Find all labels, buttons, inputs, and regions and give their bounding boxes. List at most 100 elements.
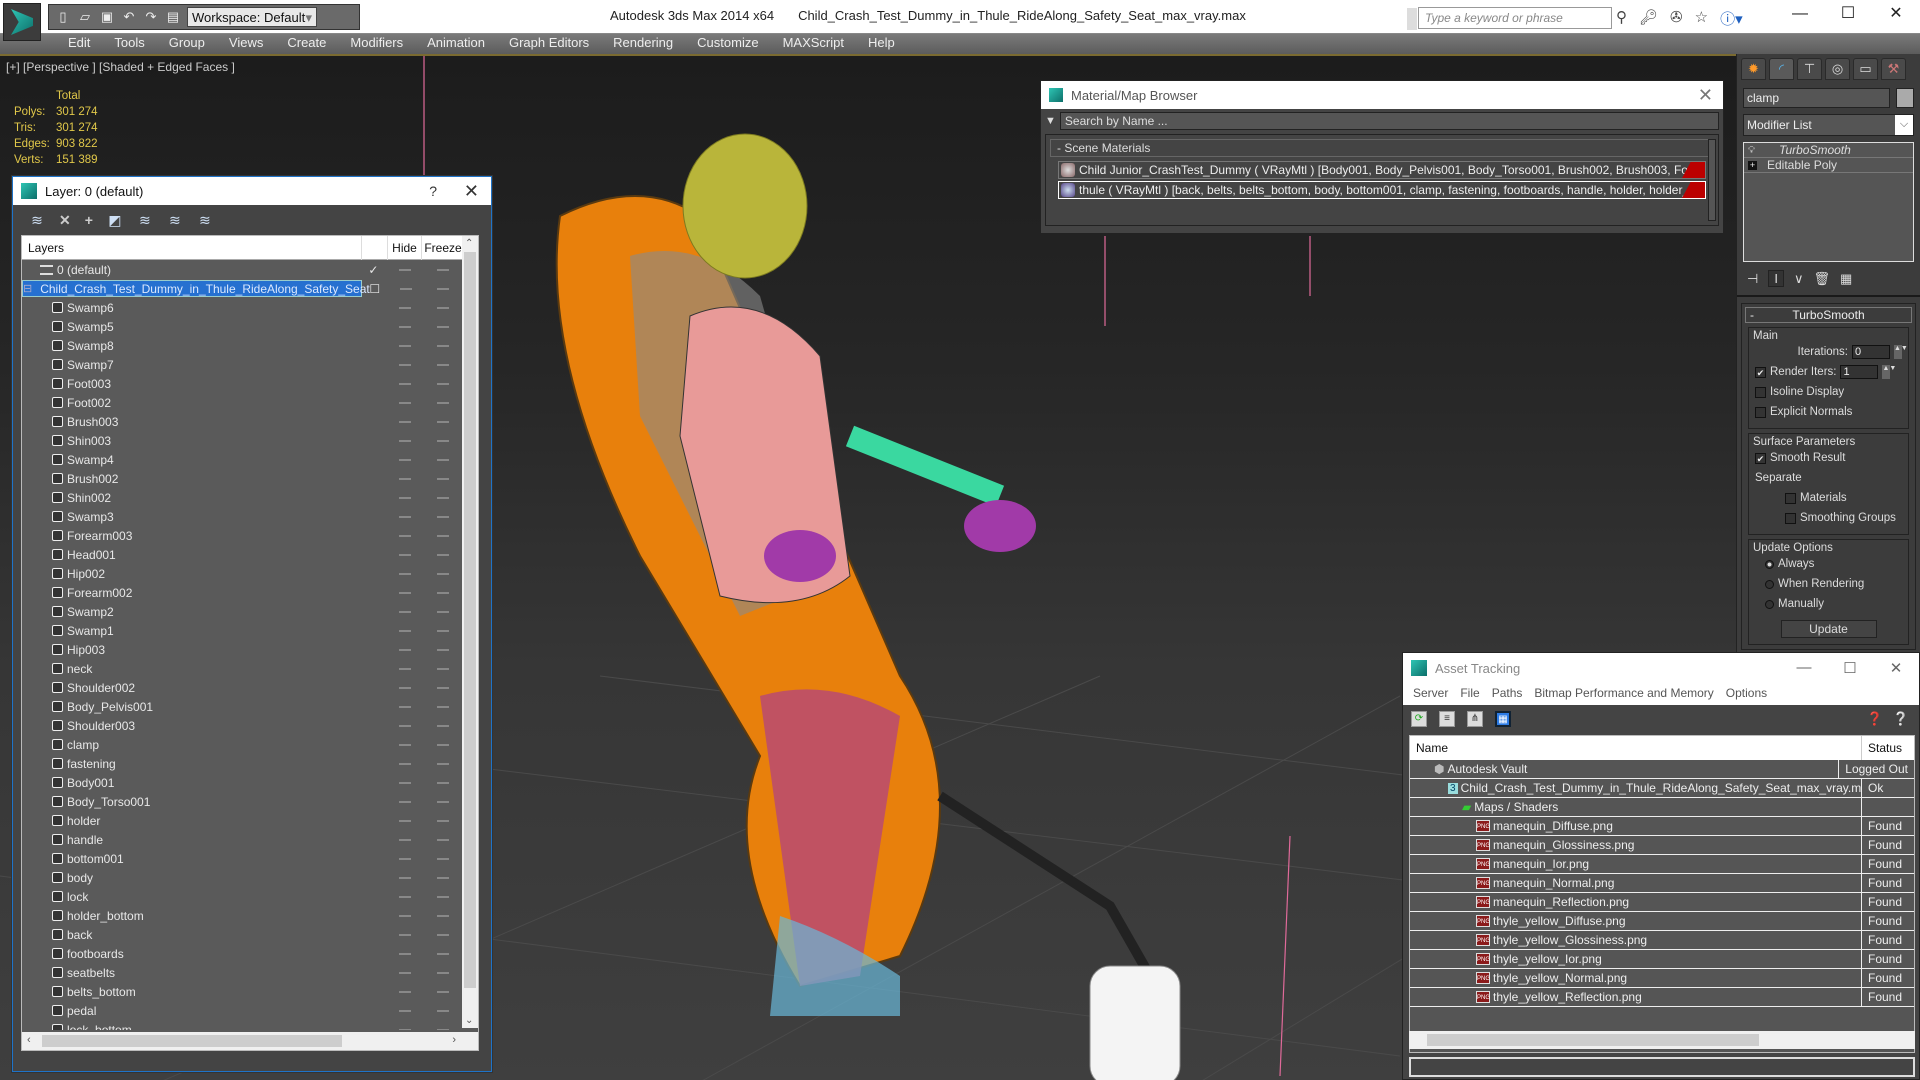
utilities-tab-icon[interactable]: ⚒	[1881, 58, 1906, 80]
freeze-toggle[interactable]	[424, 643, 462, 657]
vault-help-icon[interactable]: ❓	[1867, 711, 1883, 727]
render-iters-spinner[interactable]: 1	[1840, 365, 1879, 379]
freeze-toggle[interactable]	[424, 548, 462, 562]
hide-toggle[interactable]	[386, 776, 424, 790]
hide-toggle[interactable]	[386, 966, 424, 980]
safety-seat-model[interactable]	[555, 133, 1181, 1080]
application-button[interactable]	[3, 3, 41, 41]
search-input[interactable]: Search by Name ...	[1059, 112, 1719, 130]
object-row[interactable]: Swamp8	[22, 336, 462, 355]
hide-toggle[interactable]	[386, 700, 424, 714]
close-button[interactable]: ✕	[1873, 659, 1919, 677]
close-button[interactable]: ✕	[1872, 0, 1920, 30]
object-row[interactable]: neck	[22, 659, 462, 678]
object-row[interactable]: Head001	[22, 545, 462, 564]
asset-row[interactable]: ▰ Maps / Shaders	[1410, 798, 1914, 817]
asset-row[interactable]: ⬢ Autodesk Vault Logged Out	[1410, 760, 1914, 779]
object-row[interactable]: holder_bottom	[22, 906, 462, 925]
object-name-input[interactable]: clamp	[1743, 88, 1890, 108]
stack-item-turbosmooth[interactable]: 💡︎ TurboSmooth	[1744, 143, 1913, 158]
object-row[interactable]: fastening	[22, 754, 462, 773]
object-row[interactable]: Forearm003	[22, 526, 462, 545]
new-file-icon[interactable]: ▯	[55, 9, 71, 25]
menu-edit[interactable]: Edit	[56, 34, 102, 54]
hide-toggle[interactable]	[386, 567, 424, 581]
object-row[interactable]: Hip003	[22, 640, 462, 659]
hide-toggle[interactable]	[386, 662, 424, 676]
minimize-button[interactable]: —	[1776, 0, 1824, 30]
open-file-icon[interactable]: ▱	[77, 9, 93, 25]
configure-modifier-sets-icon[interactable]: ▦	[1840, 271, 1852, 287]
hide-toggle[interactable]	[386, 358, 424, 372]
iterations-spinner[interactable]: 0	[1852, 345, 1890, 359]
smoothing-groups-checkbox[interactable]	[1785, 512, 1796, 524]
hide-toggle[interactable]	[386, 928, 424, 942]
col-name[interactable]: Name	[1410, 736, 1862, 760]
scroll-up-icon[interactable]: ⌃	[465, 238, 473, 249]
smooth-result-checkbox[interactable]: ✔	[1755, 452, 1766, 464]
tree-view-icon[interactable]: ⋔	[1467, 711, 1483, 727]
object-row[interactable]: bottom001	[22, 849, 462, 868]
redo-icon[interactable]: ↷	[143, 9, 159, 25]
update-button[interactable]: Update	[1780, 620, 1877, 638]
layer-row-selected[interactable]: ⊟ Child_Crash_Test_Dummy_in_Thule_RideAlo…	[22, 279, 462, 298]
update-always-radio[interactable]: Always	[1755, 554, 1902, 574]
asset-row[interactable]: PNG thyle_yellow_Normal.png Found	[1410, 969, 1914, 988]
show-end-result-icon[interactable]: I	[1768, 270, 1784, 287]
update-manually-radio[interactable]: Manually	[1755, 594, 1902, 614]
asset-menu-server[interactable]: Server	[1407, 683, 1454, 705]
hide-toggle[interactable]	[386, 529, 424, 543]
freeze-toggle[interactable]	[424, 662, 462, 676]
freeze-toggle[interactable]	[424, 871, 462, 885]
hide-toggle[interactable]	[386, 548, 424, 562]
hide-toggle[interactable]	[386, 605, 424, 619]
display-tab-icon[interactable]: ▭	[1853, 58, 1878, 80]
hide-toggle[interactable]	[386, 510, 424, 524]
hide-toggle[interactable]	[386, 795, 424, 809]
object-row[interactable]: Foot003	[22, 374, 462, 393]
vertical-scrollbar[interactable]	[1708, 139, 1716, 221]
freeze-toggle[interactable]	[424, 947, 462, 961]
object-row[interactable]: holder	[22, 811, 462, 830]
motion-tab-icon[interactable]: ◎	[1825, 58, 1850, 80]
asset-row[interactable]: 3 Child_Crash_Test_Dummy_in_Thule_RideAlo…	[1410, 779, 1914, 798]
workspace-dropdown[interactable]: Workspace: Default	[187, 7, 317, 27]
freeze-toggle[interactable]	[424, 301, 462, 315]
object-row[interactable]: belts_bottom	[22, 982, 462, 1001]
highlight-layer-icon[interactable]: ≋	[137, 212, 153, 229]
modify-tab-icon[interactable]: ◜	[1769, 58, 1794, 80]
freeze-all-layers-icon[interactable]: ≋	[197, 212, 213, 229]
freeze-toggle[interactable]	[424, 377, 462, 391]
freeze-toggle[interactable]	[424, 833, 462, 847]
freeze-toggle[interactable]	[424, 624, 462, 638]
freeze-toggle[interactable]	[424, 852, 462, 866]
spinner-arrows-icon[interactable]: ▲▼	[1894, 345, 1908, 359]
isoline-checkbox[interactable]	[1755, 386, 1766, 398]
object-row[interactable]: Shin002	[22, 488, 462, 507]
current-layer-check-icon[interactable]: ✓	[360, 263, 386, 277]
maximize-button[interactable]: ☐	[1827, 659, 1873, 677]
object-row[interactable]: Swamp3	[22, 507, 462, 526]
help-icon[interactable]: ⓘ▾	[1720, 8, 1743, 29]
object-row[interactable]: Body001	[22, 773, 462, 792]
close-icon[interactable]: ✕	[464, 181, 479, 202]
object-row[interactable]: Shoulder002	[22, 678, 462, 697]
col-hide[interactable]: Hide	[388, 235, 422, 260]
freeze-toggle[interactable]	[425, 282, 462, 296]
vertical-scrollbar[interactable]: ⌃ ⌄	[462, 236, 478, 1028]
hide-toggle[interactable]	[386, 1004, 424, 1018]
freeze-toggle[interactable]	[424, 320, 462, 334]
scrollbar-thumb[interactable]	[464, 252, 476, 988]
undo-icon[interactable]: ↶	[121, 9, 137, 25]
object-row[interactable]: Body_Torso001	[22, 792, 462, 811]
browser-options-icon[interactable]: ▼	[1045, 115, 1056, 127]
star-icon[interactable]: ☆	[1695, 8, 1708, 29]
hierarchy-tab-icon[interactable]: ⊤	[1797, 58, 1822, 80]
freeze-toggle[interactable]	[424, 567, 462, 581]
hide-toggle[interactable]	[386, 415, 424, 429]
freeze-toggle[interactable]	[424, 928, 462, 942]
object-row[interactable]: body	[22, 868, 462, 887]
hide-toggle[interactable]	[386, 681, 424, 695]
maximize-button[interactable]: ☐	[1824, 0, 1872, 30]
help-icon[interactable]: ❔	[1893, 711, 1909, 727]
